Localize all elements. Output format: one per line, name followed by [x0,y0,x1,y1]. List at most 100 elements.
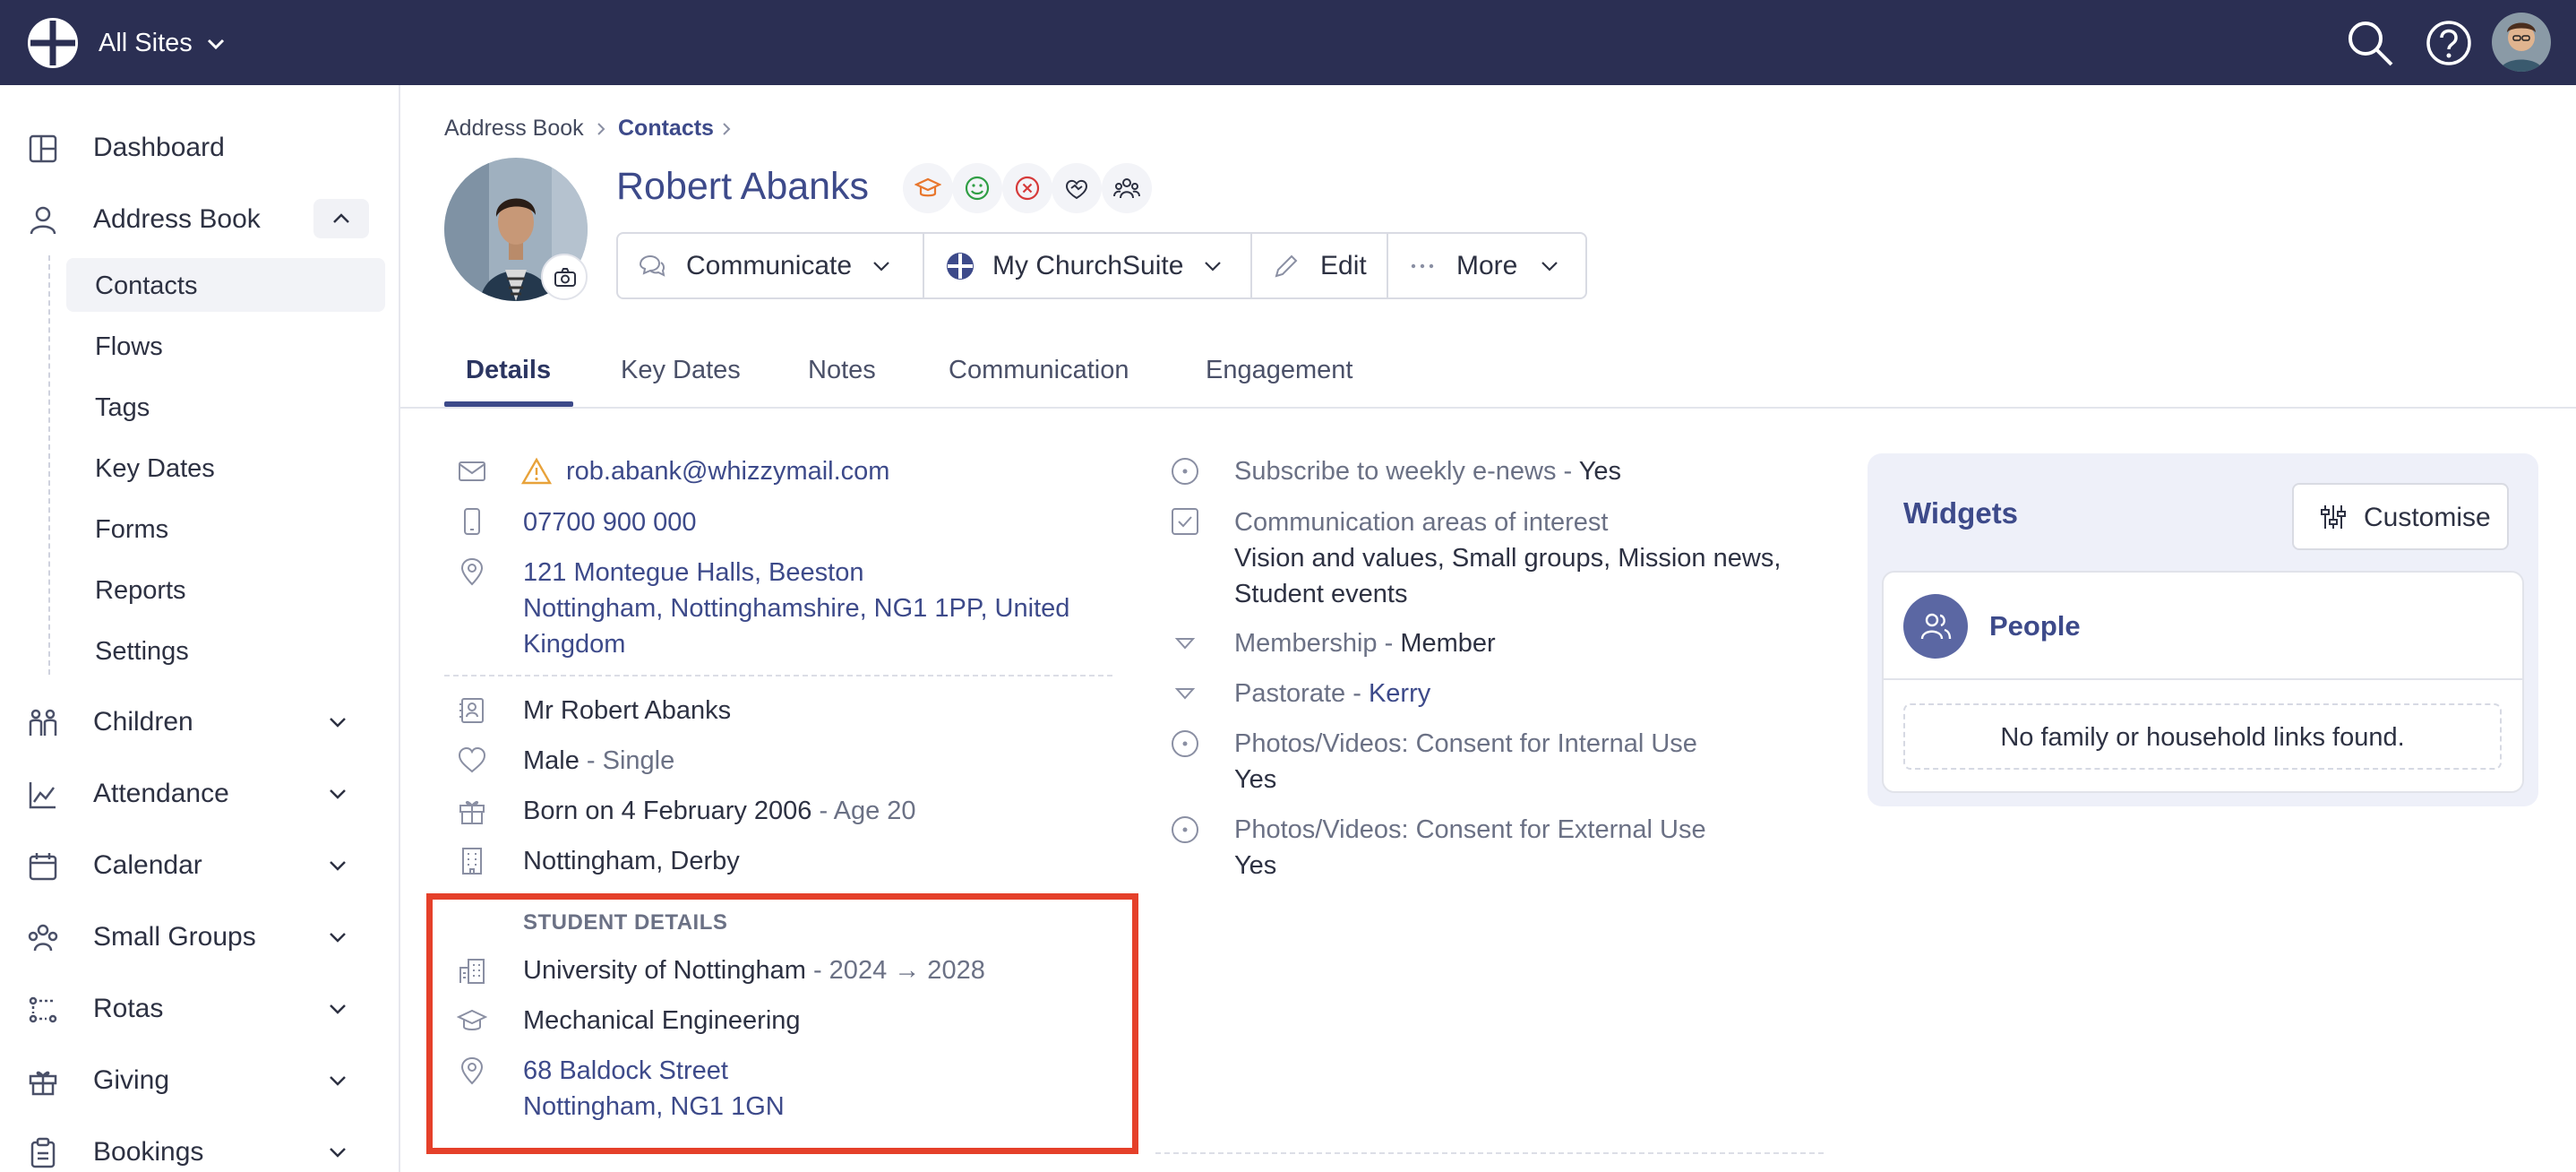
section-divider [444,675,1112,676]
breadcrumb-address-book[interactable]: Address Book [444,113,584,143]
contact-email[interactable]: rob.abank@whizzymail.com [566,453,889,489]
tab-communication[interactable]: Communication [949,353,1129,387]
person-icon [30,206,56,235]
sidebar-item-rotas[interactable]: Rotas [0,981,400,1035]
pencil-icon [1275,254,1298,278]
contact-sex: Male [523,746,580,775]
address-line-2[interactable]: Nottingham, Nottinghamshire, NG1 1PP, Un… [523,590,1069,626]
dropdown-field-icon [1174,638,1196,650]
chevron-down-icon [1205,262,1221,271]
building-icon [462,848,482,875]
change-photo-button[interactable] [541,254,588,300]
user-avatar[interactable] [2492,13,2551,72]
tag-people[interactable] [1102,163,1152,213]
id-card-icon [459,698,484,723]
contact-phone[interactable]: 07700 900 000 [523,504,697,540]
chevron-down-icon[interactable] [324,924,351,951]
sidebar-item-label: Dashboard [93,133,225,162]
empty-state-text: No family or household links found. [2000,723,2405,752]
radio-field-icon [1172,730,1198,757]
location-pin-icon [460,1056,484,1085]
field-value: Yes [1234,851,1277,880]
tab-bar: Details Key Dates Notes Communication En… [400,340,2576,409]
chevron-down-icon[interactable] [324,1067,351,1094]
active-tab-indicator [444,401,573,407]
sidebar-subitem-tags[interactable]: Tags [66,380,385,434]
site-selector-label[interactable]: All Sites [99,25,193,61]
address-line-1[interactable]: 121 Montegue Halls, Beeston [523,555,863,590]
ellipsis-icon [1411,263,1434,269]
student-address-line-1[interactable]: 68 Baldock Street [523,1053,728,1089]
tag-student[interactable] [903,163,953,213]
gift-icon [459,800,485,824]
sidebar-item-giving[interactable]: Giving [0,1053,400,1107]
pastorate-link[interactable]: Kerry [1369,679,1430,708]
search-icon[interactable] [2345,18,2395,68]
tab-key-dates[interactable]: Key Dates [621,353,741,387]
sidebar-subitem-label: Forms [95,515,169,544]
sidebar: Dashboard Address Book Contacts Flows Ta… [0,85,400,1172]
chevron-right-icon [597,123,605,135]
sidebar-subitem-contacts[interactable]: Contacts [66,258,385,312]
people-widget-title: People [1989,610,2081,642]
camera-icon [554,268,576,287]
address-line-3[interactable]: Kingdom [523,626,625,662]
tag-handshake[interactable] [1052,163,1102,213]
sidebar-item-small-groups[interactable]: Small Groups [0,909,400,963]
tab-details[interactable]: Details [466,353,551,387]
sidebar-item-dashboard[interactable]: Dashboard [0,120,400,174]
contact-site: Nottingham, Derby [523,847,740,875]
contact-birthdate: Born on 4 February 2006 [523,797,812,825]
sidebar-item-label: Attendance [93,779,229,808]
chevron-down-icon[interactable] [324,995,351,1022]
sidebar-item-calendar[interactable]: Calendar [0,838,400,892]
sidebar-item-attendance[interactable]: Attendance [0,766,400,820]
field-label: Photos/Videos: Consent for Internal Use [1234,729,1697,758]
collapse-button[interactable] [313,199,369,238]
field-value: Vision and values, Small groups, Mission… [1234,544,1782,573]
edit-button[interactable]: Edit [1252,234,1388,297]
tab-engagement[interactable]: Engagement [1206,353,1352,387]
sidebar-subitem-key-dates[interactable]: Key Dates [66,441,385,495]
chevron-down-icon[interactable] [324,1139,351,1166]
field-label: Photos/Videos: Consent for External Use [1234,815,1706,844]
sidebar-item-address-book[interactable]: Address Book [0,192,400,246]
tag-smile[interactable] [952,163,1002,213]
churchsuite-icon [947,253,974,280]
field-separator: - [1352,679,1361,708]
cancel-icon [1015,176,1040,201]
chevron-down-icon[interactable] [324,852,351,879]
more-button[interactable]: More [1388,234,1585,297]
contact-age: - Age 20 [819,797,916,825]
help-icon[interactable] [2426,20,2472,66]
customise-button[interactable]: Customise [2292,483,2509,550]
more-label: More [1456,251,1518,280]
communicate-button[interactable]: Communicate [618,234,924,297]
chevron-down-icon[interactable] [202,30,229,57]
mychurchsuite-button[interactable]: My ChurchSuite [924,234,1252,297]
churchsuite-logo-icon[interactable] [27,17,79,69]
chevron-down-icon[interactable] [324,780,351,807]
people-widget-avatar [1903,594,1968,659]
radio-field-icon [1172,458,1198,485]
sidebar-subitem-forms[interactable]: Forms [66,502,385,556]
field-value: Student events [1234,580,1408,608]
handshake-icon [1065,179,1088,200]
chevron-down-icon[interactable] [324,709,351,736]
sidebar-item-bookings[interactable]: Bookings [0,1125,400,1172]
people-icon [1113,178,1140,199]
sidebar-item-label: Address Book [93,204,261,234]
tag-cancel[interactable] [1002,163,1052,213]
sidebar-item-children[interactable]: Children [0,694,400,748]
chat-icon [639,254,665,277]
sidebar-subitem-flows[interactable]: Flows [66,319,385,373]
field-value: Yes [1578,457,1622,486]
edit-label: Edit [1320,251,1367,280]
student-address-line-2[interactable]: Nottingham, NG1 1GN [523,1089,785,1125]
sidebar-subitem-settings[interactable]: Settings [66,624,385,677]
tab-notes[interactable]: Notes [808,353,876,387]
contact-full-name: Mr Robert Abanks [523,696,732,725]
breadcrumb-contacts[interactable]: Contacts [618,113,714,143]
gift-icon [29,1071,57,1096]
sidebar-subitem-reports[interactable]: Reports [66,563,385,616]
